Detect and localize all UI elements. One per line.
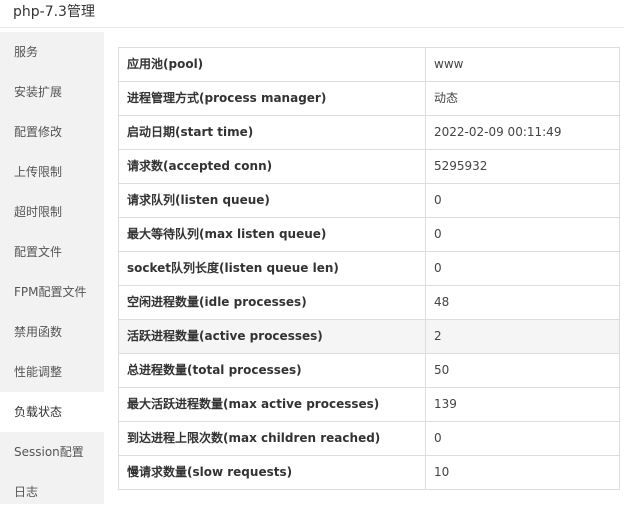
sidebar-item-upload-limit[interactable]: 上传限制 bbox=[0, 152, 104, 192]
row-label: 启动日期(start time) bbox=[118, 115, 426, 150]
row-value: 0 bbox=[425, 251, 620, 286]
row-label: 到达进程上限次数(max children reached) bbox=[118, 421, 426, 456]
table-row: 总进程数量(total processes) 50 bbox=[118, 353, 620, 388]
row-value: 0 bbox=[425, 421, 620, 456]
row-label: 空闲进程数量(idle processes) bbox=[118, 285, 426, 320]
sidebar-item-fpm-config-file[interactable]: FPM配置文件 bbox=[0, 272, 104, 312]
row-value: 2 bbox=[425, 319, 620, 354]
row-label: 最大等待队列(max listen queue) bbox=[118, 217, 426, 252]
row-value: 50 bbox=[425, 353, 620, 388]
table-row: 进程管理方式(process manager) 动态 bbox=[118, 81, 620, 116]
table-row: 最大等待队列(max listen queue) 0 bbox=[118, 217, 620, 252]
sidebar-item-install-extensions[interactable]: 安装扩展 bbox=[0, 72, 104, 112]
row-value: 0 bbox=[425, 217, 620, 252]
sidebar-item-logs[interactable]: 日志 bbox=[0, 472, 104, 512]
main-content: 应用池(pool) www 进程管理方式(process manager) 动态… bbox=[104, 32, 624, 504]
sidebar-item-disabled-functions[interactable]: 禁用函数 bbox=[0, 312, 104, 352]
row-label: 总进程数量(total processes) bbox=[118, 353, 426, 388]
table-row: 应用池(pool) www bbox=[118, 47, 620, 82]
sidebar-item-config-edit[interactable]: 配置修改 bbox=[0, 112, 104, 152]
sidebar-item-session-config[interactable]: Session配置 bbox=[0, 432, 104, 472]
row-value: 0 bbox=[425, 183, 620, 218]
table-row: 请求数(accepted conn) 5295932 bbox=[118, 149, 620, 184]
table-row: 到达进程上限次数(max children reached) 0 bbox=[118, 421, 620, 456]
table-row: 空闲进程数量(idle processes) 48 bbox=[118, 285, 620, 320]
table-row: 启动日期(start time) 2022-02-09 00:11:49 bbox=[118, 115, 620, 150]
row-label: 请求队列(listen queue) bbox=[118, 183, 426, 218]
sidebar-item-service[interactable]: 服务 bbox=[0, 32, 104, 72]
row-value: www bbox=[425, 47, 620, 82]
table-row: 活跃进程数量(active processes) 2 bbox=[118, 319, 620, 354]
row-value: 139 bbox=[425, 387, 620, 422]
window-title: php-7.3管理 bbox=[13, 4, 95, 20]
row-label: 进程管理方式(process manager) bbox=[118, 81, 426, 116]
table-row: socket队列长度(listen queue len) 0 bbox=[118, 251, 620, 286]
sidebar-item-timeout-limit[interactable]: 超时限制 bbox=[0, 192, 104, 232]
row-value: 2022-02-09 00:11:49 bbox=[425, 115, 620, 150]
sidebar-item-config-file[interactable]: 配置文件 bbox=[0, 232, 104, 272]
row-label: 请求数(accepted conn) bbox=[118, 149, 426, 184]
row-value: 动态 bbox=[425, 81, 620, 116]
row-label: socket队列长度(listen queue len) bbox=[118, 251, 426, 286]
row-label: 应用池(pool) bbox=[118, 47, 426, 82]
sidebar-item-performance-tuning[interactable]: 性能调整 bbox=[0, 352, 104, 392]
row-label: 慢请求数量(slow requests) bbox=[118, 455, 426, 490]
load-status-table: 应用池(pool) www 进程管理方式(process manager) 动态… bbox=[118, 47, 620, 490]
row-label: 最大活跃进程数量(max active processes) bbox=[118, 387, 426, 422]
table-row: 最大活跃进程数量(max active processes) 139 bbox=[118, 387, 620, 422]
sidebar: 服务 安装扩展 配置修改 上传限制 超时限制 配置文件 FPM配置文件 禁用函数… bbox=[0, 32, 104, 504]
row-label: 活跃进程数量(active processes) bbox=[118, 319, 426, 354]
row-value: 5295932 bbox=[425, 149, 620, 184]
sidebar-item-load-status[interactable]: 负载状态 bbox=[0, 392, 104, 432]
table-row: 请求队列(listen queue) 0 bbox=[118, 183, 620, 218]
title-bar: php-7.3管理 bbox=[0, 0, 624, 28]
table-row: 慢请求数量(slow requests) 10 bbox=[118, 455, 620, 490]
row-value: 48 bbox=[425, 285, 620, 320]
row-value: 10 bbox=[425, 455, 620, 490]
